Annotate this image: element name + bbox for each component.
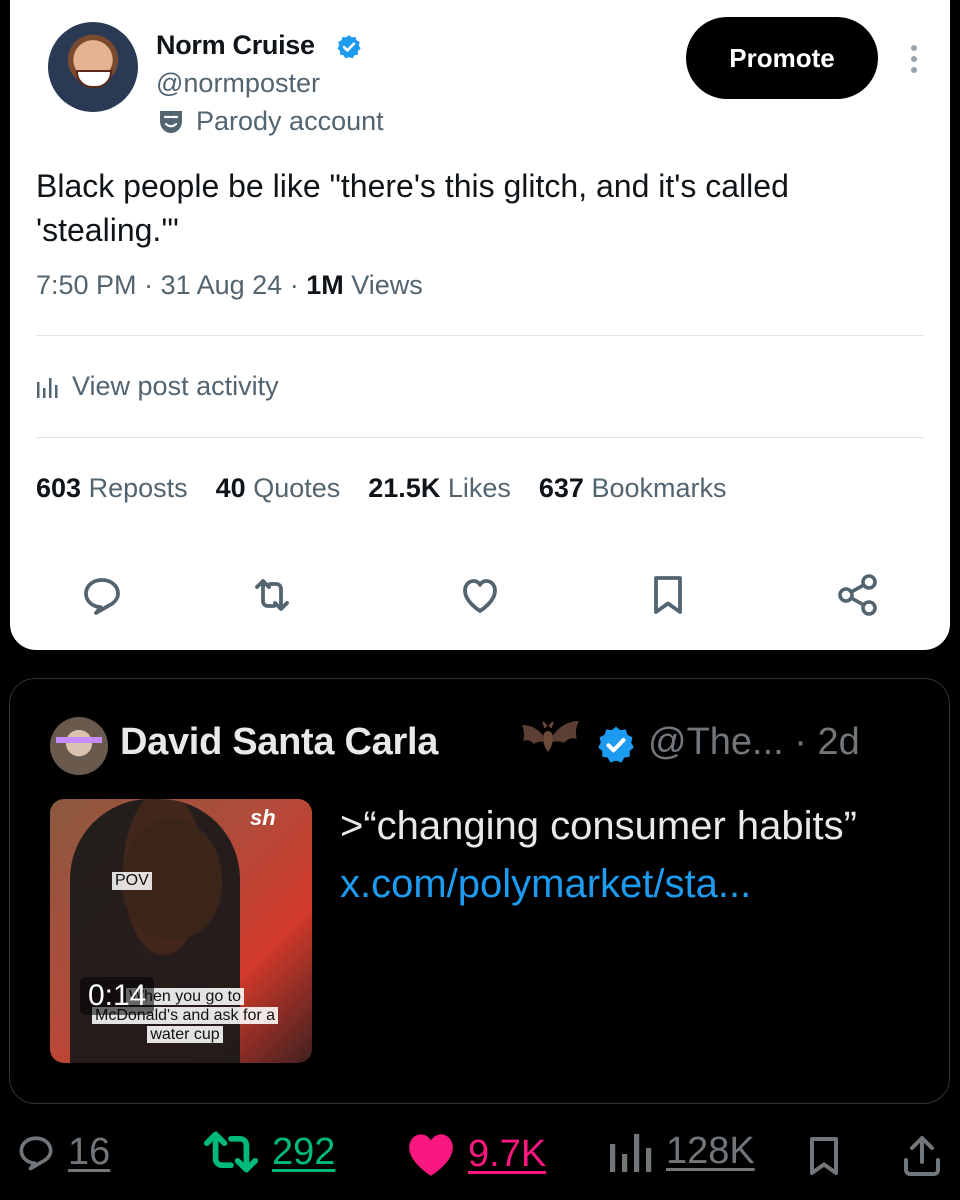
video-pov-text: POV [112, 872, 152, 890]
video-duration: 0:14 [80, 977, 155, 1015]
heart-filled-icon [409, 1134, 453, 1176]
divider [36, 437, 924, 438]
analytics-icon [37, 377, 58, 398]
quoted-author-handle[interactable]: @The... · 2d [648, 721, 860, 764]
replies-button[interactable]: 16 [14, 1130, 110, 1174]
stat-quotes[interactable]: 40 Quotes [216, 473, 341, 504]
reposts-count: 292 [272, 1130, 336, 1173]
post-time[interactable]: 7:50 PM [36, 270, 137, 300]
reply-icon[interactable] [78, 571, 126, 619]
views-count: 128K [666, 1130, 755, 1172]
post-stats: 603 Reposts 40 Quotes 21.5K Likes 637 Bo… [36, 473, 727, 504]
replies-count: 16 [68, 1130, 111, 1173]
author-handle[interactable]: @normposter [156, 68, 320, 99]
repost-icon[interactable] [248, 571, 296, 619]
repost-icon [203, 1131, 259, 1173]
view-post-activity-link[interactable]: View post activity [36, 371, 279, 402]
views-label: Views [351, 270, 423, 300]
quoted-post-link[interactable]: x.com/polymarket/sta... [340, 862, 751, 906]
share-icon[interactable] [834, 571, 882, 619]
verified-badge-icon [598, 726, 634, 763]
views-count: 1M [306, 270, 344, 300]
verified-badge-icon [337, 35, 361, 59]
stat-reposts[interactable]: 603 Reposts [36, 473, 188, 504]
post-meta: 7:50 PM · 31 Aug 24 · 1M Views [36, 270, 423, 300]
like-icon[interactable] [456, 571, 504, 619]
stat-bookmarks[interactable]: 637 Bookmarks [539, 473, 727, 504]
bookmark-icon[interactable] [800, 1132, 848, 1180]
quoted-post-card[interactable]: David Santa Carla @The... · 2d sh POV Wh… [9, 678, 950, 1104]
likes-count: 9.7K [468, 1132, 547, 1175]
parody-text: Parody account [196, 106, 384, 136]
author-name[interactable]: Norm Cruise [156, 30, 315, 61]
engagement-bar: 16 292 9.7K 128K [0, 1130, 960, 1180]
video-thumbnail[interactable]: sh POV When you go to McDonald's and ask… [50, 799, 312, 1063]
post-card: Norm Cruise @normposter Parody account P… [10, 0, 950, 650]
reposts-button[interactable]: 292 [200, 1130, 335, 1174]
analytics-icon [610, 1133, 652, 1172]
likes-button[interactable]: 9.7K [404, 1130, 546, 1178]
post-date[interactable]: 31 Aug 24 [161, 270, 283, 300]
stat-likes[interactable]: 21.5K Likes [368, 473, 511, 504]
activity-label: View post activity [72, 371, 279, 401]
quoted-post-text: >“changing consumer habits” x.com/polyma… [340, 804, 857, 906]
video-sign-text: sh [250, 805, 276, 830]
bookmark-icon[interactable] [644, 571, 692, 619]
parody-label: Parody account [156, 106, 384, 137]
quoted-author-name[interactable]: David Santa Carla [120, 721, 438, 764]
more-options-icon[interactable] [900, 42, 928, 76]
author-avatar[interactable] [48, 22, 138, 112]
divider [36, 335, 924, 336]
quoted-post-age: · 2d [794, 721, 860, 763]
post-text: Black people be like "there's this glitc… [36, 168, 789, 248]
quoted-author-avatar[interactable] [50, 717, 108, 775]
promote-button[interactable]: Promote [686, 17, 878, 99]
bat-emoji-icon [522, 721, 579, 752]
views-button[interactable]: 128K [608, 1130, 755, 1173]
theater-mask-icon [160, 110, 182, 133]
share-upload-icon[interactable] [898, 1132, 946, 1180]
reply-icon [19, 1136, 53, 1171]
